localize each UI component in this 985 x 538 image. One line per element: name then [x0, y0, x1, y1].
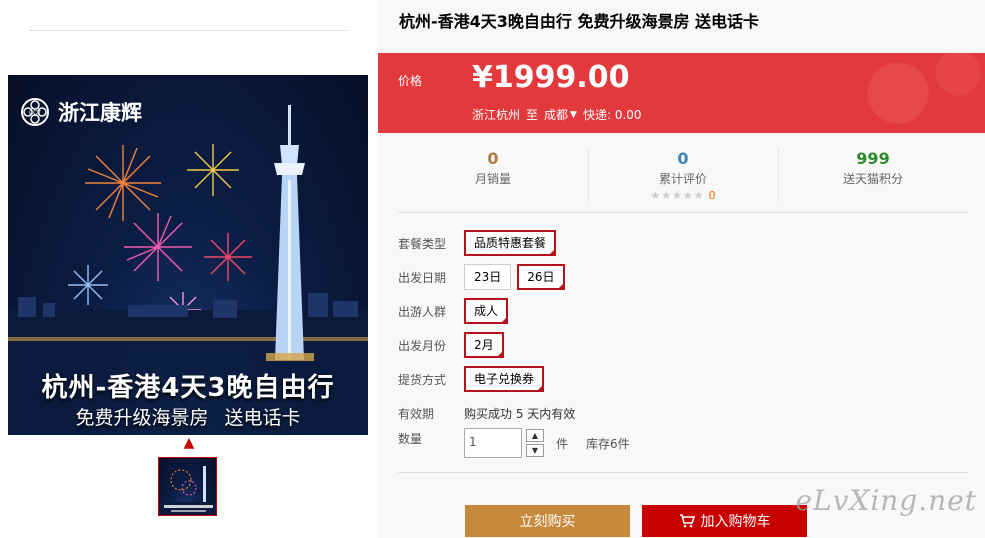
stat-points: 999 送天猫积分 [778, 146, 968, 208]
stat-monthly-sales: 0 月销量 [398, 146, 588, 208]
chevron-down-icon: ▼ [570, 109, 577, 120]
quantity-unit: 件 [556, 436, 569, 451]
date-option-23[interactable]: 23日 [464, 264, 512, 290]
main-product-image[interactable]: CCT 浙江康辉 杭州-香港4天3晚自由行 免费升级海景房 送电话卡 [8, 75, 368, 435]
stats-bar: 0 月销量 0 累计评价 ★★★★★ 0 999 送天猫积分 [398, 146, 968, 208]
quantity-input[interactable]: 1 [464, 428, 522, 458]
product-title: 杭州-香港4天3晚自由行 免费升级海景房 送电话卡 [399, 12, 760, 31]
brand-logo: CCT 浙江康辉 [20, 97, 142, 127]
increment-arrow-icon[interactable]: ▲ [526, 429, 544, 442]
thumbnail-image-icon [159, 466, 216, 515]
product-gallery: CCT 浙江康辉 杭州-香港4天3晚自由行 免费升级海景房 送电话卡 ▲ [0, 0, 378, 538]
thumbnail-1[interactable] [158, 457, 217, 516]
option-label: 提货方式 [398, 372, 447, 387]
brand-name: 浙江康辉 [58, 101, 142, 125]
cart-icon [679, 514, 695, 528]
package-option-selected[interactable]: 品质特惠套餐 [464, 230, 557, 256]
divider [30, 30, 348, 31]
stat-reviews[interactable]: 0 累计评价 ★★★★★ 0 [588, 146, 778, 208]
option-label: 有效期 [398, 407, 435, 421]
date-option-26-selected[interactable]: 26日 [517, 264, 565, 290]
stock-info: 库存6件 [586, 436, 630, 451]
buy-now-label: 立刻购买 [519, 514, 576, 530]
option-label: 出发日期 [398, 270, 447, 285]
destination-value: 成都 [544, 108, 569, 122]
validity-row: 有效期 购买成功 5 天内有效 [398, 405, 575, 422]
decrement-arrow-icon[interactable]: ▼ [526, 444, 544, 457]
stat-label: 月销量 [474, 172, 511, 186]
stat-value: 0 [487, 149, 499, 168]
option-month: 出发月份 2月 [398, 332, 510, 358]
logo-text: CCT [29, 111, 42, 117]
destination-select[interactable]: 成都 ▼ [544, 106, 577, 123]
divider [398, 472, 968, 473]
add-to-cart-label: 加入购物车 [700, 514, 771, 530]
option-label: 数量 [398, 432, 423, 446]
stat-label: 累计评价 [658, 172, 707, 186]
quantity-stepper: ▲ ▼ [526, 429, 544, 457]
ship-to: 至 [526, 108, 539, 122]
option-label: 出发月份 [398, 338, 447, 353]
buy-now-button[interactable]: 立刻购买 [465, 505, 630, 537]
thumb-up-arrow-icon[interactable]: ▲ [182, 436, 196, 450]
people-option-selected[interactable]: 成人 [464, 298, 509, 324]
rating-count: 0 [708, 189, 716, 202]
image-caption-subtitle: 免费升级海景房 送电话卡 [75, 407, 301, 429]
delivery-option-selected[interactable]: 电子兑换券 [464, 366, 545, 392]
option-people: 出游人群 成人 [398, 298, 514, 324]
add-to-cart-button[interactable]: 加入购物车 [642, 505, 807, 537]
quantity-row: 数量 1 ▲ ▼ 件 库存6件 [398, 428, 630, 458]
price-label: 价格 [398, 74, 423, 88]
watermark: eLvXing.net [795, 484, 977, 517]
shipping-info: 浙江杭州 至 成都 ▼ 快递: 0.00 [472, 106, 642, 123]
option-date: 出发日期 23日 26日 [398, 264, 571, 290]
option-package: 套餐类型 品质特惠套餐 [398, 230, 562, 256]
price-value: ¥1999.00 [472, 60, 630, 95]
rating-stars: ★★★★★ 0 [588, 189, 778, 202]
month-option-selected[interactable]: 2月 [464, 332, 504, 358]
option-label: 套餐类型 [398, 236, 447, 251]
price-panel: 价格 ¥1999.00 浙江杭州 至 成都 ▼ 快递: 0.00 [378, 53, 985, 133]
validity-value: 购买成功 5 天内有效 [464, 407, 576, 421]
option-delivery: 提货方式 电子兑换券 [398, 366, 550, 392]
shipping-fee: 快递: 0.00 [582, 108, 642, 122]
star-icons: ★★★★★ [650, 189, 705, 202]
option-label: 出游人群 [398, 304, 447, 319]
image-caption-title: 杭州-香港4天3晚自由行 [41, 373, 335, 403]
stat-value: 0 [677, 149, 689, 168]
product-detail-panel: 杭州-香港4天3晚自由行 免费升级海景房 送电话卡 价格 ¥1999.00 浙江… [378, 0, 985, 538]
cct-logo-icon: CCT [21, 98, 49, 126]
stat-label: 送天猫积分 [842, 172, 903, 186]
divider [398, 212, 968, 213]
stat-value: 999 [856, 149, 890, 168]
ship-origin: 浙江杭州 [472, 108, 521, 122]
